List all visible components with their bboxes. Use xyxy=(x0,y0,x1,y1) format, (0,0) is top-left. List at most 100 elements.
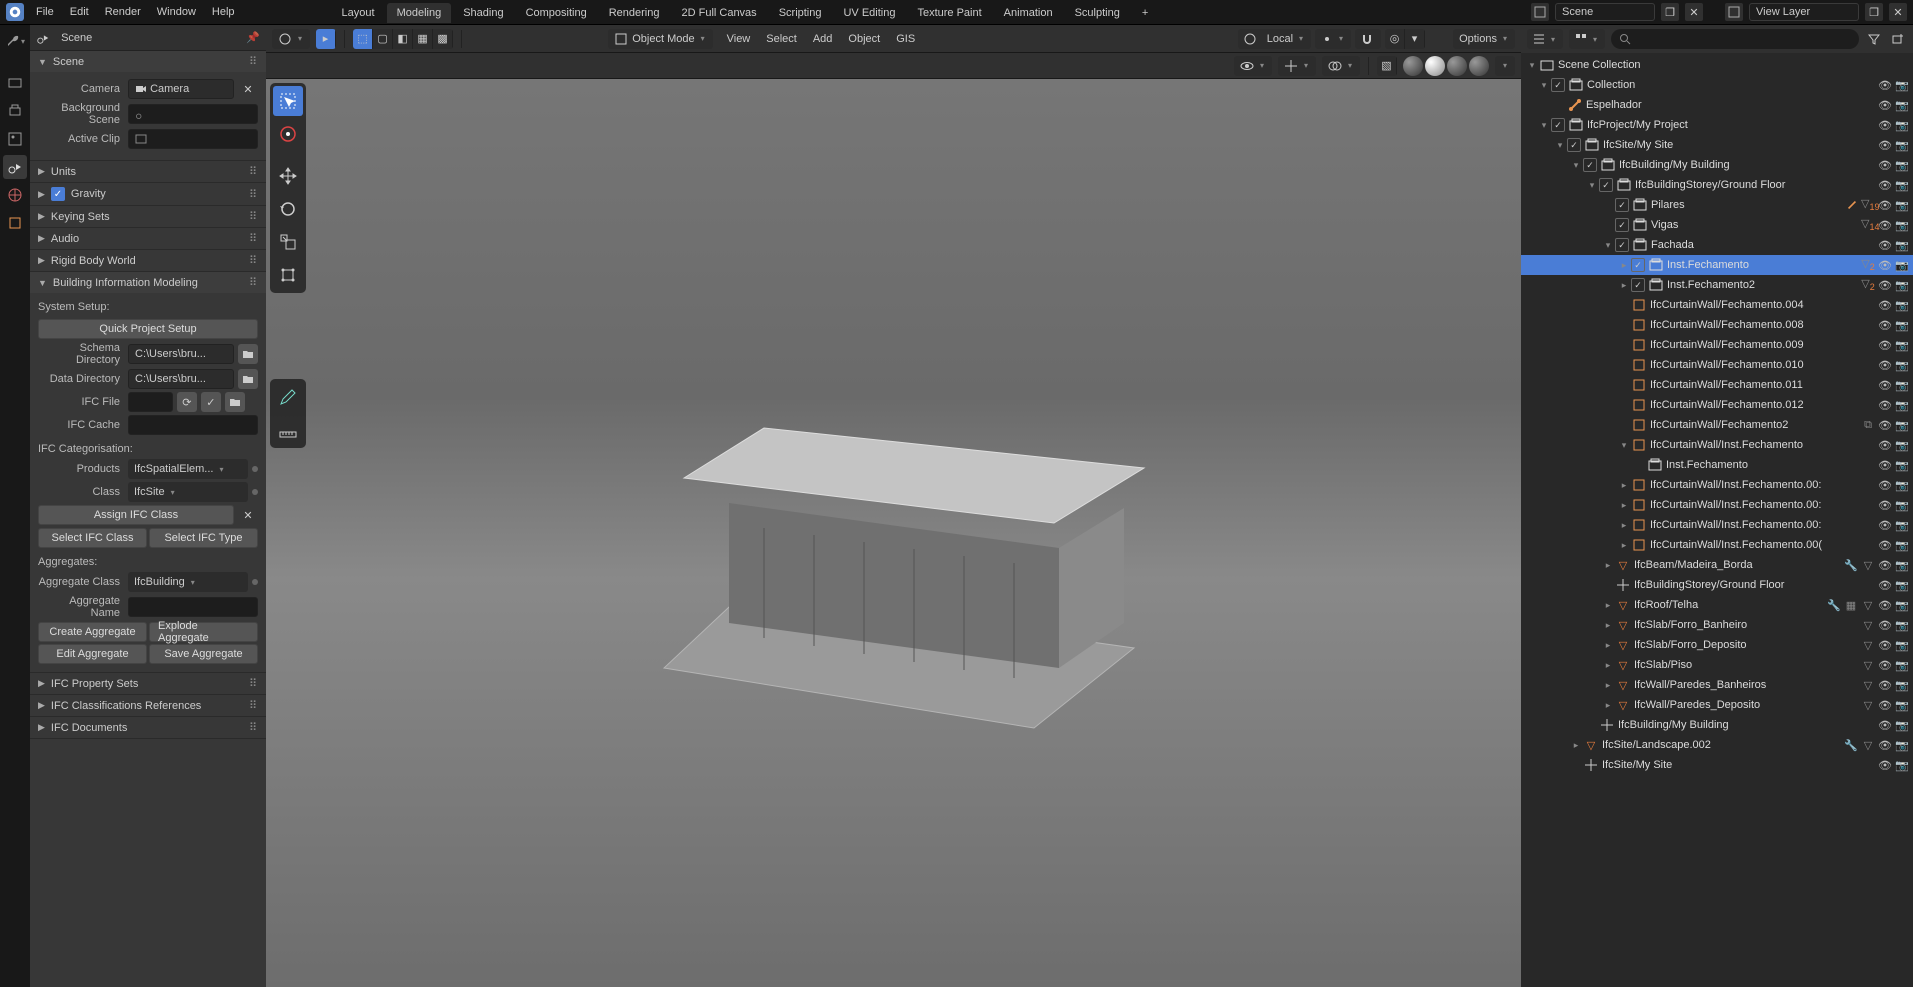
proportional-edit-toggle[interactable]: ◎ xyxy=(1385,29,1405,49)
visibility-toggle[interactable]: 👁 xyxy=(1878,439,1892,452)
panel-grip-icon[interactable]: ⠿ xyxy=(249,276,258,289)
expand-icon[interactable]: ▾ xyxy=(1525,60,1539,71)
ifc-reload-button[interactable]: ⟳ xyxy=(177,392,197,412)
transform-tool[interactable] xyxy=(273,260,303,290)
menu-window[interactable]: Window xyxy=(149,3,204,21)
data-dir-browse-button[interactable] xyxy=(238,369,258,389)
ifc-browse-button[interactable] xyxy=(225,392,245,412)
shading-options-dropdown[interactable]: ▾ xyxy=(1495,56,1515,76)
render-toggle[interactable]: 📷 xyxy=(1895,519,1909,532)
app-logo[interactable] xyxy=(6,3,24,21)
expand-toggle[interactable]: ▸ xyxy=(1601,600,1615,611)
delete-scene-button[interactable]: ✕ xyxy=(1685,3,1703,21)
visibility-toggle[interactable]: 👁 xyxy=(1878,539,1892,552)
outliner-node[interactable]: Pilares▽19👁📷 xyxy=(1521,195,1913,215)
3d-viewport[interactable] xyxy=(266,79,1521,987)
visibility-toggle[interactable]: 👁 xyxy=(1878,739,1892,752)
select-edge-mode[interactable]: ▢ xyxy=(373,29,393,49)
edit-aggregate-button[interactable]: Edit Aggregate xyxy=(38,644,147,664)
exclude-checkbox[interactable] xyxy=(1583,158,1597,172)
outliner-node[interactable]: ▸Inst.Fechamento▽2👁📷 xyxy=(1521,255,1913,275)
expand-toggle[interactable]: ▸ xyxy=(1569,740,1583,751)
rendered-shading[interactable] xyxy=(1469,56,1489,76)
viewport-menu-select[interactable]: Select xyxy=(758,30,805,48)
visibility-toggle[interactable]: 👁 xyxy=(1878,379,1892,392)
render-toggle[interactable]: 📷 xyxy=(1895,719,1909,732)
render-toggle[interactable]: 📷 xyxy=(1895,239,1909,252)
panel-grip-icon[interactable]: ⠿ xyxy=(249,254,258,267)
cursor-tool[interactable] xyxy=(273,119,303,149)
render-tab[interactable] xyxy=(3,71,27,95)
render-toggle[interactable]: 📷 xyxy=(1895,279,1909,292)
agg-name-field[interactable] xyxy=(128,597,258,617)
expand-toggle[interactable]: ▸ xyxy=(1617,480,1631,491)
outliner-node[interactable]: Espelhador👁📷 xyxy=(1521,95,1913,115)
outliner-node[interactable]: ▾IfcBuildingStorey/Ground Floor👁📷 xyxy=(1521,175,1913,195)
outliner-node[interactable]: IfcCurtainWall/Fechamento.011👁📷 xyxy=(1521,375,1913,395)
render-toggle[interactable]: 📷 xyxy=(1895,659,1909,672)
viewport-menu-view[interactable]: View xyxy=(719,30,759,48)
ifc-cache-field[interactable] xyxy=(128,415,258,435)
expand-toggle[interactable]: ▾ xyxy=(1537,80,1551,91)
workspace-tab-texture-paint[interactable]: Texture Paint xyxy=(907,3,991,23)
outliner-node[interactable]: IfcSite/My Site👁📷 xyxy=(1521,755,1913,775)
outliner-node[interactable]: ▾IfcCurtainWall/Inst.Fechamento👁📷 xyxy=(1521,435,1913,455)
workspace-tab-sculpting[interactable]: Sculpting xyxy=(1065,3,1130,23)
expand-toggle[interactable]: ▸ xyxy=(1617,260,1631,271)
viewlayer-name-field[interactable]: View Layer xyxy=(1749,3,1859,21)
measure-tool[interactable] xyxy=(273,415,303,445)
panel-header-ifc-documents[interactable]: ▶IFC Documents⠿ xyxy=(30,717,266,738)
gizmo-dropdown[interactable]: ▾ xyxy=(1278,56,1316,76)
select-all-mode[interactable]: ▩ xyxy=(433,29,453,49)
outliner-display-mode[interactable]: ▾ xyxy=(1527,29,1563,49)
clear-camera-button[interactable]: ✕ xyxy=(238,79,258,99)
render-toggle[interactable]: 📷 xyxy=(1895,579,1909,592)
visibility-toggle[interactable]: 👁 xyxy=(1878,159,1892,172)
expand-toggle[interactable]: ▸ xyxy=(1601,560,1615,571)
render-toggle[interactable]: 📷 xyxy=(1895,399,1909,412)
exclude-checkbox[interactable] xyxy=(1551,78,1565,92)
select-tool-icon[interactable]: ▸ xyxy=(316,29,336,49)
select-island-mode[interactable]: ▦ xyxy=(413,29,433,49)
render-toggle[interactable]: 📷 xyxy=(1895,139,1909,152)
anim-dot[interactable] xyxy=(252,466,258,472)
select-ifc-class-button[interactable]: Select IFC Class xyxy=(38,528,147,548)
bim-panel-header[interactable]: ▼ Building Information Modeling ⠿ xyxy=(30,272,266,293)
outliner-node[interactable]: IfcCurtainWall/Fechamento.004👁📷 xyxy=(1521,295,1913,315)
render-toggle[interactable]: 📷 xyxy=(1895,499,1909,512)
output-tab[interactable] xyxy=(3,99,27,123)
visibility-toggle[interactable]: 👁 xyxy=(1878,339,1892,352)
class-dropdown[interactable]: IfcSite▾ xyxy=(128,482,248,502)
outliner-node[interactable]: Inst.Fechamento👁📷 xyxy=(1521,455,1913,475)
data-dir-field[interactable]: C:\Users\bru... xyxy=(128,369,234,389)
panel-header-audio[interactable]: ▶Audio⠿ xyxy=(30,228,266,249)
visibility-toggle[interactable]: 👁 xyxy=(1878,259,1892,272)
render-toggle[interactable]: 📷 xyxy=(1895,159,1909,172)
visibility-toggle[interactable]: 👁 xyxy=(1878,719,1892,732)
select-box-tool[interactable] xyxy=(273,86,303,116)
outliner-node[interactable]: ▸▽IfcSite/Landscape.002🔧▽👁📷 xyxy=(1521,735,1913,755)
outliner-node[interactable]: ▸▽IfcWall/Paredes_Deposito▽👁📷 xyxy=(1521,695,1913,715)
visibility-toggle[interactable]: 👁 xyxy=(1878,319,1892,332)
expand-toggle[interactable]: ▸ xyxy=(1617,520,1631,531)
menu-help[interactable]: Help xyxy=(204,3,243,21)
outliner-node[interactable]: ▸▽IfcWall/Paredes_Banheiros▽👁📷 xyxy=(1521,675,1913,695)
workspace-tab-compositing[interactable]: Compositing xyxy=(516,3,597,23)
visibility-toggle[interactable]: 👁 xyxy=(1878,179,1892,192)
render-toggle[interactable]: 📷 xyxy=(1895,639,1909,652)
expand-toggle[interactable]: ▸ xyxy=(1601,640,1615,651)
visibility-toggle[interactable]: 👁 xyxy=(1878,579,1892,592)
schema-dir-field[interactable]: C:\Users\bru... xyxy=(128,344,234,364)
render-toggle[interactable]: 📷 xyxy=(1895,539,1909,552)
workspace-tab-scripting[interactable]: Scripting xyxy=(769,3,832,23)
outliner-node[interactable]: ▸IfcCurtainWall/Inst.Fechamento.00:👁📷 xyxy=(1521,515,1913,535)
expand-toggle[interactable]: ▾ xyxy=(1569,160,1583,171)
outliner-tree[interactable]: ▾ Scene Collection ▾Collection👁📷Espelhad… xyxy=(1521,53,1913,987)
outliner-node[interactable]: IfcBuildingStorey/Ground Floor👁📷 xyxy=(1521,575,1913,595)
panel-header-ifc-property-sets[interactable]: ▶IFC Property Sets⠿ xyxy=(30,673,266,694)
editor-type-dropdown[interactable]: ▾ xyxy=(3,29,27,53)
expand-toggle[interactable]: ▾ xyxy=(1585,180,1599,191)
visibility-toggle[interactable]: 👁 xyxy=(1878,619,1892,632)
menu-edit[interactable]: Edit xyxy=(62,3,97,21)
visibility-dropdown[interactable]: ▾ xyxy=(1234,56,1272,76)
